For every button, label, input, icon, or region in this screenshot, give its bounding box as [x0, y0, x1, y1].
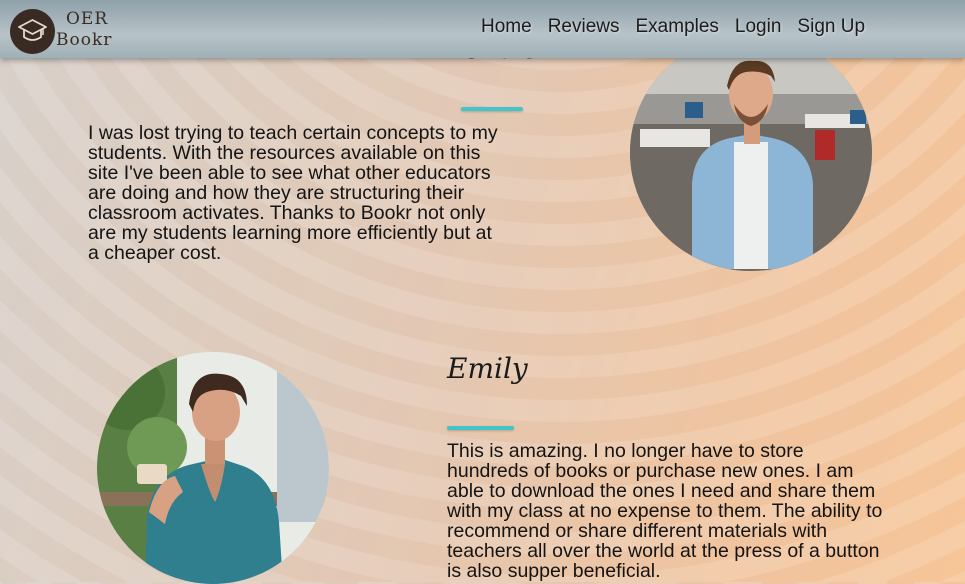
brand-line-1: OER	[66, 9, 109, 29]
review-text-chris: I was lost trying to teach certain conce…	[88, 122, 498, 264]
nav-sign-up[interactable]: Sign Up	[797, 16, 865, 38]
nav-examples[interactable]: Examples	[636, 16, 719, 38]
reviewer-photo-emily	[97, 352, 329, 584]
nav-login[interactable]: Login	[735, 16, 782, 38]
name-underline	[447, 426, 514, 430]
name-underline	[461, 107, 523, 111]
brand-wordmark[interactable]: OER Bookr	[56, 9, 136, 51]
reviewer-name-emily: Emily	[447, 352, 528, 385]
site-header: OER Bookr Home Reviews Examples Login Si…	[0, 0, 965, 58]
brand-line-2: Bookr	[56, 30, 113, 50]
nav-home[interactable]: Home	[481, 16, 532, 38]
reviewer-photo-chris	[630, 34, 872, 271]
review-text-emily: This is amazing. I no longer have to sto…	[447, 440, 883, 582]
nav-reviews[interactable]: Reviews	[548, 16, 620, 38]
graduation-cap-icon	[18, 19, 47, 41]
logo-badge[interactable]	[10, 9, 55, 54]
main-nav: Home Reviews Examples Login Sign Up	[481, 16, 865, 38]
